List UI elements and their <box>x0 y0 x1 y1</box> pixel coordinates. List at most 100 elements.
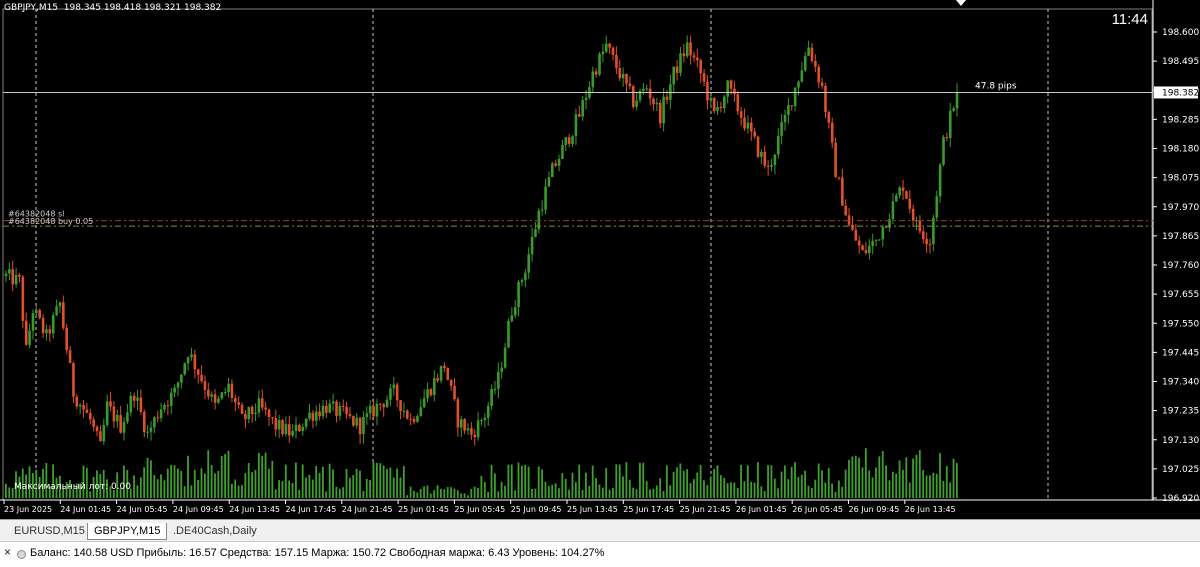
candle-body <box>911 208 915 221</box>
candle-body <box>240 404 244 414</box>
volume-bar <box>770 465 773 498</box>
volume-bar <box>615 464 618 498</box>
candlestick-chart[interactable]: 198.600198.495198.390198.285198.180198.0… <box>0 0 1200 519</box>
candle-body <box>760 151 763 157</box>
candle-body <box>685 42 689 57</box>
candle-body <box>625 73 628 84</box>
candle-body <box>749 122 753 132</box>
volume-bar <box>136 485 139 498</box>
candle-body <box>679 53 682 73</box>
time-tick-label: 25 Jun 01:45 <box>398 505 449 514</box>
candle-body <box>122 421 126 433</box>
tab-de40cash[interactable]: .DE40Cash,Daily <box>167 523 263 540</box>
volume-bar <box>183 486 186 498</box>
volume-bar <box>197 479 200 498</box>
candle-body <box>31 313 35 331</box>
candle-body <box>146 431 149 433</box>
candle-body <box>773 154 777 165</box>
candle-body <box>857 240 861 246</box>
candle-body <box>793 87 797 107</box>
volume-bar <box>905 457 908 498</box>
volume-bar <box>939 453 941 498</box>
volume-bar <box>824 482 827 498</box>
volume-bar <box>669 485 672 498</box>
volume-bar <box>885 465 887 498</box>
candle-body <box>510 315 514 322</box>
candle-body <box>183 363 187 375</box>
candle-body <box>530 236 534 255</box>
volume-bar <box>261 455 264 498</box>
volume-bar <box>547 486 550 498</box>
candle-body <box>645 88 649 90</box>
volume-bar <box>507 464 510 498</box>
close-icon[interactable]: × <box>4 545 11 559</box>
candle-body <box>776 135 780 155</box>
tab-eurusd[interactable]: EURUSD,M15 <box>8 523 91 540</box>
volume-bar <box>227 450 230 498</box>
volume-bar <box>514 490 517 498</box>
candle-body <box>102 424 106 442</box>
candle-body <box>92 419 95 427</box>
volume-bar <box>450 487 452 498</box>
volume-bar <box>150 460 152 498</box>
candle-body <box>341 405 345 407</box>
candle-body <box>28 330 31 345</box>
volume-bar <box>251 472 253 498</box>
volume-bar <box>568 489 570 498</box>
candle-body <box>294 424 298 431</box>
volume-bar <box>912 458 914 498</box>
volume-bar <box>713 469 715 498</box>
candle-body <box>227 383 230 393</box>
candle-body <box>520 280 524 282</box>
candle-body <box>524 272 527 281</box>
volume-bar <box>595 478 597 498</box>
candles-group <box>4 35 959 446</box>
volume-bar <box>8 487 11 498</box>
candle-body <box>321 405 325 417</box>
volume-bar <box>166 468 169 498</box>
tab-gbpjpy[interactable]: GBPJPY,M15 <box>87 523 168 540</box>
candle-body <box>921 231 925 240</box>
candle-body <box>153 417 156 428</box>
candle-body <box>500 367 504 372</box>
candle-body <box>139 397 143 412</box>
candle-body <box>443 365 446 368</box>
volume-bar <box>952 458 955 498</box>
candle-body <box>375 403 379 417</box>
volume-bar <box>338 488 341 498</box>
candle-body <box>257 398 261 413</box>
candle-body <box>446 367 450 380</box>
candle-body <box>132 395 136 401</box>
candle-body <box>230 383 234 398</box>
candle-body <box>368 406 372 414</box>
time-tick-label: 25 Jun 21:45 <box>680 505 731 514</box>
chart-window[interactable]: 198.600198.495198.390198.285198.180198.0… <box>0 0 1200 519</box>
candle-body <box>166 405 170 407</box>
time-tick-label: 25 Jun 17:45 <box>623 505 674 514</box>
volume-bar <box>348 477 351 498</box>
volume-bar <box>325 491 328 498</box>
volume-bar <box>217 470 220 498</box>
candle-body <box>948 110 952 139</box>
candle-body <box>217 398 220 403</box>
candle-body <box>709 97 713 101</box>
candle-body <box>608 43 611 48</box>
candle-body <box>490 389 493 407</box>
volume-bar <box>274 489 277 498</box>
volume-bar <box>790 466 793 498</box>
candle-body <box>486 406 490 418</box>
candle-body <box>878 239 881 241</box>
price-tick-label: 197.550 <box>1162 319 1199 329</box>
candle-body <box>726 80 729 97</box>
volume-bar <box>851 456 854 498</box>
candle-body <box>45 329 48 334</box>
candle-body <box>328 403 332 413</box>
candle-body <box>493 388 497 390</box>
volume-bar <box>703 480 705 498</box>
candle-body <box>142 411 146 433</box>
volume-bar <box>517 462 520 498</box>
candle-body <box>287 424 291 436</box>
candle-body <box>301 426 305 432</box>
candle-body <box>456 399 460 428</box>
candle-body <box>234 397 237 403</box>
